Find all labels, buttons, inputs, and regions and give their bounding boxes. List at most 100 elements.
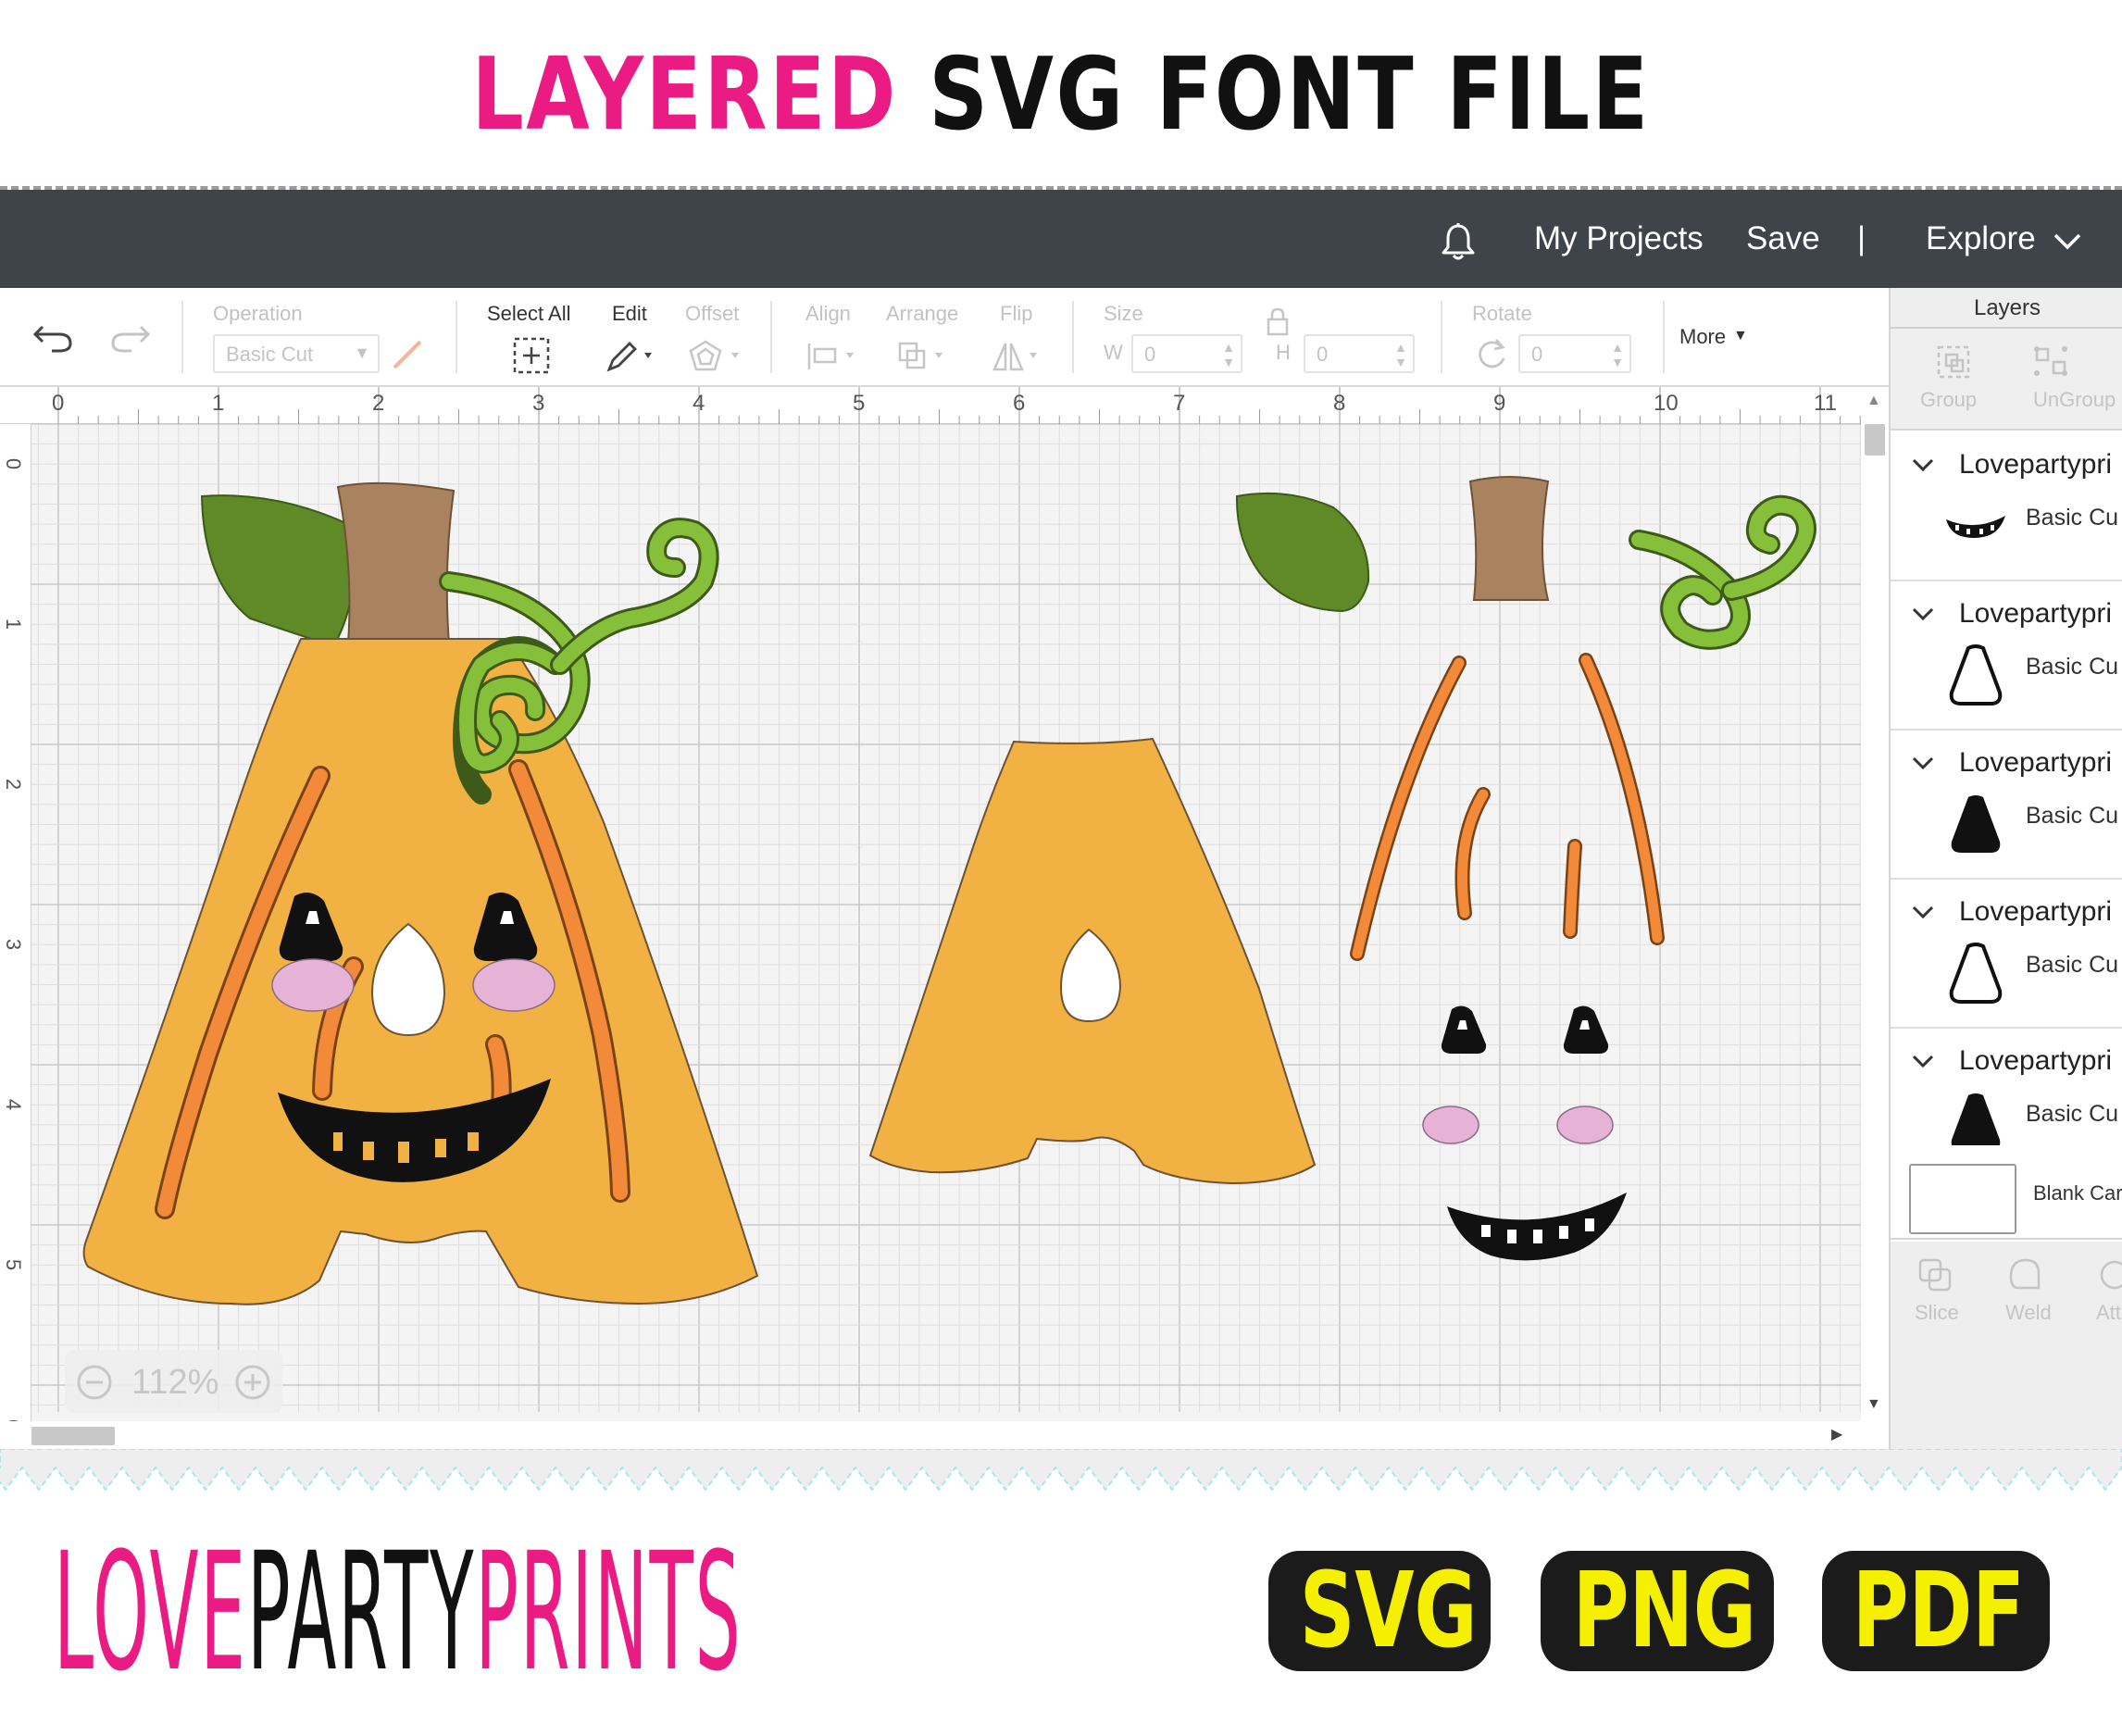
horizontal-scrollbar[interactable]: ▶: [0, 1421, 1861, 1449]
format-badge-pdf: PDF: [1822, 1551, 2050, 1671]
more-menu[interactable]: More: [1679, 325, 1726, 349]
eye-outline-thumbnail-icon: [1949, 943, 2003, 1004]
banner-title: LAYERED SVG FONT FILE: [191, 35, 1930, 156]
align-label: Align: [805, 302, 851, 325]
layer-group[interactable]: Lovepartypri Basic Cu: [1891, 731, 2122, 880]
width-label: W: [1104, 341, 1123, 364]
mouth-shape: [1447, 1193, 1627, 1261]
chevron-down-icon[interactable]: [1911, 902, 1935, 922]
layer-name: Lovepartypri: [1959, 747, 2113, 778]
bell-icon[interactable]: [1438, 221, 1479, 262]
layers-panel: Layers Group UnGroup Lovepartypri Basic …: [1889, 288, 2122, 1449]
dropdown-arrow-icon: ▼: [354, 343, 370, 362]
rotate-icon[interactable]: [1474, 336, 1509, 371]
format-label: PDF: [1852, 1551, 2025, 1671]
pumpkin-base-layer[interactable]: [868, 737, 1317, 1185]
mouth-thumbnail-icon: [1946, 516, 2005, 538]
group-label[interactable]: Group: [1920, 388, 1977, 412]
layer-operation: Basic Cu: [2026, 1101, 2119, 1127]
blank-canvas-swatch[interactable]: [1909, 1164, 2016, 1234]
brand-part-love: LOVE: [54, 1517, 247, 1707]
leaf-shape: [200, 494, 356, 648]
assembled-pumpkin-letter[interactable]: [82, 481, 759, 1305]
redo-icon[interactable]: [109, 321, 152, 355]
attach-icon[interactable]: [2096, 1256, 2122, 1293]
layer-operation: Basic Cu: [2026, 952, 2119, 978]
leaf-shape: [1235, 492, 1370, 613]
zoom-out-icon[interactable]: [76, 1364, 113, 1401]
vertical-scrollbar[interactable]: ▲ ▼: [1861, 387, 1889, 1449]
layer-group[interactable]: Lovepartypri Basic Cu: [1891, 1029, 2122, 1153]
rotate-label: Rotate: [1472, 302, 1532, 325]
layer-group[interactable]: Lovepartypri Basic Cu: [1891, 432, 2122, 581]
attach-label[interactable]: Att: [2096, 1301, 2121, 1325]
layer-group[interactable]: Lovepartypri Basic Cu: [1891, 880, 2122, 1029]
slice-icon[interactable]: [1916, 1256, 1953, 1293]
app-header: My Projects Save | Explore: [0, 190, 2122, 288]
layer-name: Lovepartypri: [1959, 449, 2113, 480]
layer-operation: Basic Cu: [2026, 505, 2119, 531]
pen-color-icon[interactable]: [389, 336, 426, 373]
scrollbar-thumb[interactable]: [1865, 424, 1885, 456]
design-canvas[interactable]: 0 1 2 3 4 5 6 7 8 9 10 11 0 1 2 3 4 5 6: [0, 387, 1889, 1449]
width-value: 0: [1144, 343, 1156, 366]
width-input[interactable]: 0 ▲ ▼: [1131, 334, 1242, 373]
edit-toolbar: Operation Basic Cut ▼ Select All Edit Of…: [0, 288, 1889, 387]
eye-filled-thumbnail-icon: [1951, 795, 2001, 853]
chevron-down-icon[interactable]: [2052, 227, 2083, 255]
scrollbar-thumb[interactable]: [31, 1427, 115, 1445]
layer-operation: Basic Cu: [2026, 803, 2119, 829]
operation-select[interactable]: Basic Cut ▼: [213, 334, 380, 373]
arrange-icon[interactable]: [896, 338, 952, 375]
cheek-shape: [271, 958, 355, 1012]
chevron-down-icon[interactable]: [1911, 604, 1935, 624]
ungroup-label[interactable]: UnGroup: [2033, 388, 2116, 412]
zoom-in-icon[interactable]: [234, 1364, 271, 1401]
explore-menu[interactable]: Explore: [1926, 190, 2036, 288]
group-icon[interactable]: [1935, 343, 1972, 381]
chevron-down-icon[interactable]: [1911, 1051, 1935, 1071]
more-dropdown-icon[interactable]: ▼: [1733, 328, 1748, 344]
flip-icon[interactable]: [991, 338, 1046, 375]
select-all-icon[interactable]: [512, 336, 551, 375]
lock-icon[interactable]: [1265, 306, 1291, 338]
layers-title: Layers: [1891, 288, 2122, 329]
cheek-shape: [1422, 1105, 1479, 1144]
weld-label[interactable]: Weld: [2005, 1301, 2052, 1325]
edit-pencil-icon[interactable]: [604, 338, 659, 375]
align-icon[interactable]: [805, 338, 861, 375]
ungroup-icon[interactable]: [2031, 343, 2072, 381]
stepper-icon: ▲ ▼: [1222, 340, 1235, 369]
scroll-up-icon[interactable]: ▲: [1866, 393, 1881, 409]
rib-line: [1579, 653, 1665, 945]
layer-group[interactable]: Lovepartypri Basic Cu: [1891, 581, 2122, 731]
layers-bottom-actions: Slice Weld Att: [1891, 1242, 2122, 1449]
undo-icon[interactable]: [31, 321, 74, 355]
rotate-value: 0: [1531, 343, 1543, 366]
chevron-down-icon[interactable]: [1911, 455, 1935, 475]
height-input[interactable]: 0 ▲ ▼: [1304, 334, 1415, 373]
save-button[interactable]: Save: [1746, 190, 1820, 288]
rib-line: [1565, 841, 1580, 937]
cheek-shape: [1556, 1105, 1614, 1144]
banner: LAYERED SVG FONT FILE: [0, 0, 2122, 185]
scroll-down-icon[interactable]: ▼: [1866, 1396, 1881, 1413]
rotate-input[interactable]: 0 ▲ ▼: [1518, 334, 1631, 373]
scroll-right-icon[interactable]: ▶: [1831, 1425, 1842, 1443]
header-divider: |: [1857, 220, 1866, 256]
chevron-down-icon[interactable]: [1911, 753, 1935, 773]
exploded-detail-pieces[interactable]: [1235, 476, 1816, 1261]
my-projects-link[interactable]: My Projects: [1534, 190, 1704, 288]
layers-actions: Group UnGroup: [1891, 329, 2122, 431]
weld-icon[interactable]: [2007, 1256, 2044, 1293]
blank-canvas-label: Blank Car: [2033, 1181, 2122, 1205]
format-label: SVG: [1299, 1551, 1478, 1671]
slice-label[interactable]: Slice: [1915, 1301, 1959, 1325]
offset-label: Offset: [685, 302, 740, 325]
size-label: Size: [1104, 302, 1143, 325]
layer-name: Lovepartypri: [1959, 896, 2113, 927]
zoom-control: 112%: [65, 1350, 282, 1413]
blank-canvas-row[interactable]: Blank Car: [1891, 1154, 2122, 1240]
eye-shape: [1441, 1005, 1487, 1054]
offset-icon[interactable]: [685, 338, 746, 375]
